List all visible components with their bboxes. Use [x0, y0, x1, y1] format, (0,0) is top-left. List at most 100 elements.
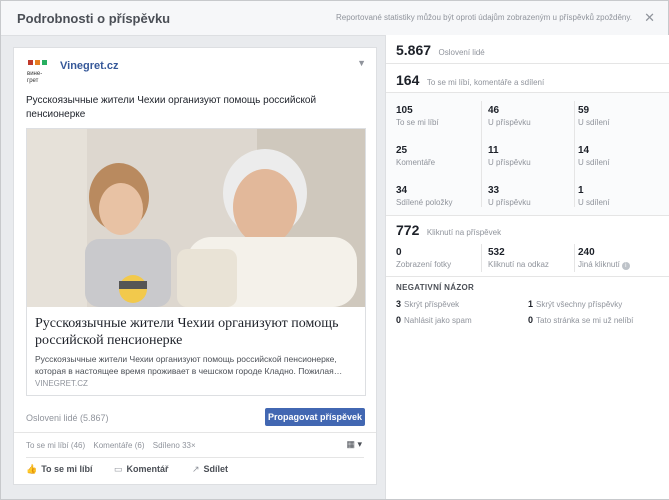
- clicks-value: 772: [396, 222, 420, 238]
- stat-label: Skrýt všechny příspěvky: [536, 300, 623, 309]
- reach-section: 5.867 Oslovení lidé: [386, 35, 669, 64]
- shares-on-shares-stat: 1 U sdílení: [578, 185, 610, 207]
- engagement-section: 164 To se mi líbí, komentáře a sdílení: [386, 64, 669, 93]
- stat-value: 33: [488, 185, 500, 196]
- stat-label: U příspěvku: [488, 158, 531, 167]
- hide-post-stat: 3 Skrýt příspěvek: [396, 299, 459, 309]
- stat-label: Nahlásit jako spam: [404, 316, 472, 325]
- stat-value: 34: [396, 185, 408, 196]
- stat-value: 1: [578, 185, 584, 196]
- stat-value: 14: [578, 145, 590, 156]
- share-button[interactable]: ↗ Sdílet: [192, 464, 228, 475]
- info-icon[interactable]: i: [621, 262, 630, 270]
- divider: [481, 244, 482, 272]
- page-avatar-icon: ▦: [346, 439, 355, 449]
- like-button[interactable]: 👍 To se mi líbí: [26, 464, 93, 475]
- thumbs-up-icon: 👍: [26, 464, 38, 474]
- stat-label: Komentáře: [396, 158, 436, 167]
- shares-on-post-stat: 33 U příspěvku: [488, 185, 531, 207]
- svg-text:вине-: вине-: [27, 71, 42, 77]
- stat-label: Zobrazení fotky: [396, 260, 452, 269]
- reach-label-right: Oslovení lidé: [438, 48, 485, 57]
- likes-count-link[interactable]: To se mi líbí (46): [26, 441, 85, 450]
- likes-stat: 105 To se mi líbí: [396, 105, 439, 127]
- comments-on-post-stat: 11 U příspěvku: [488, 145, 531, 167]
- shares-stat: 34 Sdílené položky: [396, 185, 452, 207]
- comment-button-label: Komentář: [126, 464, 169, 474]
- stat-label: Kliknutí na odkaz: [488, 260, 549, 269]
- post-preview: вине- грет Vinegret.cz ▼ Русскоязычные ж…: [13, 47, 377, 485]
- hide-all-posts-stat: 1 Skrýt všechny příspěvky: [528, 299, 622, 309]
- comments-stat: 25 Komentáře: [396, 145, 435, 167]
- divider: [481, 101, 482, 207]
- reach-value: 5.867: [396, 42, 432, 58]
- comments-on-shares-stat: 14 U sdílení: [578, 145, 610, 167]
- comments-count-link[interactable]: Komentáře (6): [93, 441, 144, 450]
- link-description: Русскоязычные жители Чехии организуют по…: [35, 354, 343, 376]
- dialog-header: Podrobnosti o příspěvku Reportované stat…: [1, 1, 668, 36]
- stat-value: 105: [396, 105, 413, 116]
- other-clicks-stat: 240 Jiná kliknutí i: [578, 247, 630, 270]
- photo-views-stat: 0 Zobrazení fotky: [396, 247, 451, 269]
- link-title[interactable]: Русскоязычные жители Чехии организуют по…: [35, 315, 355, 349]
- promote-post-button[interactable]: Propagovat příspěvek: [265, 408, 365, 426]
- engagement-summary: To se mi líbí (46) Komentáře (6) Sdíleno…: [26, 441, 202, 450]
- report-spam-stat: 0 Nahlásit jako spam: [396, 315, 472, 325]
- photo-illustration: [27, 129, 365, 307]
- engagement-breakdown: 105 To se mi líbí 46 U příspěvku 59 U sd…: [386, 93, 669, 216]
- stat-value: 11: [488, 145, 499, 156]
- chevron-down-icon[interactable]: ▼: [357, 58, 366, 68]
- stat-value: 46: [488, 105, 500, 116]
- likes-on-shares-stat: 59 U sdílení: [578, 105, 610, 127]
- divider: [574, 244, 575, 272]
- reach-label: Osloveni lidé (5.867): [26, 413, 109, 423]
- engagement-value: 164: [396, 72, 420, 88]
- page-name-link[interactable]: Vinegret.cz: [60, 60, 119, 72]
- stat-label: Skrýt příspěvek: [404, 300, 460, 309]
- reaction-selector[interactable]: ▦ ▾: [346, 439, 362, 450]
- post-details-dialog: Podrobnosti o příspěvku Reportované stat…: [0, 0, 669, 500]
- comment-icon: ▭: [114, 464, 123, 474]
- stat-label: Jiná kliknutí i: [578, 260, 630, 270]
- unlike-page-stat: 0 Tato stránka se mi už nelíbí: [528, 315, 633, 325]
- clicks-label: Kliknutí na příspěvek: [426, 228, 502, 237]
- share-button-label: Sdílet: [203, 464, 229, 474]
- page-logo[interactable]: вине- грет: [26, 58, 52, 84]
- stat-value: 532: [488, 247, 505, 258]
- stat-value: 240: [578, 247, 595, 258]
- stat-label: U sdílení: [578, 118, 610, 127]
- stat-label: To se mi líbí: [396, 118, 439, 127]
- stat-value: 59: [578, 105, 590, 116]
- dialog-title: Podrobnosti o příspěvku: [17, 11, 171, 26]
- close-icon[interactable]: ✕: [644, 10, 655, 26]
- divider: [14, 432, 376, 433]
- chevron-down-icon: ▾: [357, 439, 362, 449]
- stat-value: 25: [396, 145, 408, 156]
- negative-feedback-section: NEGATIVNÍ NÁZOR 3 Skrýt příspěvek 1 Skrýt …: [386, 277, 669, 327]
- stat-label: U příspěvku: [488, 118, 531, 127]
- link-clicks-stat: 532 Kliknutí na odkaz: [488, 247, 549, 269]
- stat-value: 0: [396, 247, 402, 258]
- stat-value: 0: [528, 315, 534, 325]
- link-card[interactable]: Русскоязычные жители Чехии организуют по…: [26, 128, 366, 396]
- engagement-label: To se mi líbí, komentáře a sdílení: [426, 78, 545, 87]
- stat-label: U příspěvku: [488, 198, 531, 207]
- stat-label: U sdílení: [578, 158, 610, 167]
- stat-label: Tato stránka se mi už nelíbí: [536, 316, 634, 325]
- post-text: Русскоязычные жители Чехии организуют по…: [26, 95, 317, 120]
- svg-text:грет: грет: [27, 78, 39, 84]
- link-image[interactable]: [27, 129, 365, 307]
- stat-label-text: Jiná kliknutí: [578, 260, 620, 269]
- share-icon: ↗: [192, 464, 200, 474]
- stat-label: U sdílení: [578, 198, 610, 207]
- stat-value: 0: [396, 315, 402, 325]
- clicks-section: 772 Kliknutí na příspěvek 0 Zobrazení fo…: [386, 216, 669, 277]
- stat-value: 3: [396, 299, 402, 309]
- link-domain: VINEGRET.CZ: [35, 379, 88, 388]
- post-insights-panel: 5.867 Oslovení lidé 164 To se mi líbí, k…: [385, 35, 669, 499]
- comment-button[interactable]: ▭ Komentář: [114, 464, 169, 475]
- stat-value: 1: [528, 299, 534, 309]
- shares-count-link[interactable]: Sdíleno 33×: [153, 441, 196, 450]
- likes-on-post-stat: 46 U příspěvku: [488, 105, 531, 127]
- divider: [26, 457, 364, 458]
